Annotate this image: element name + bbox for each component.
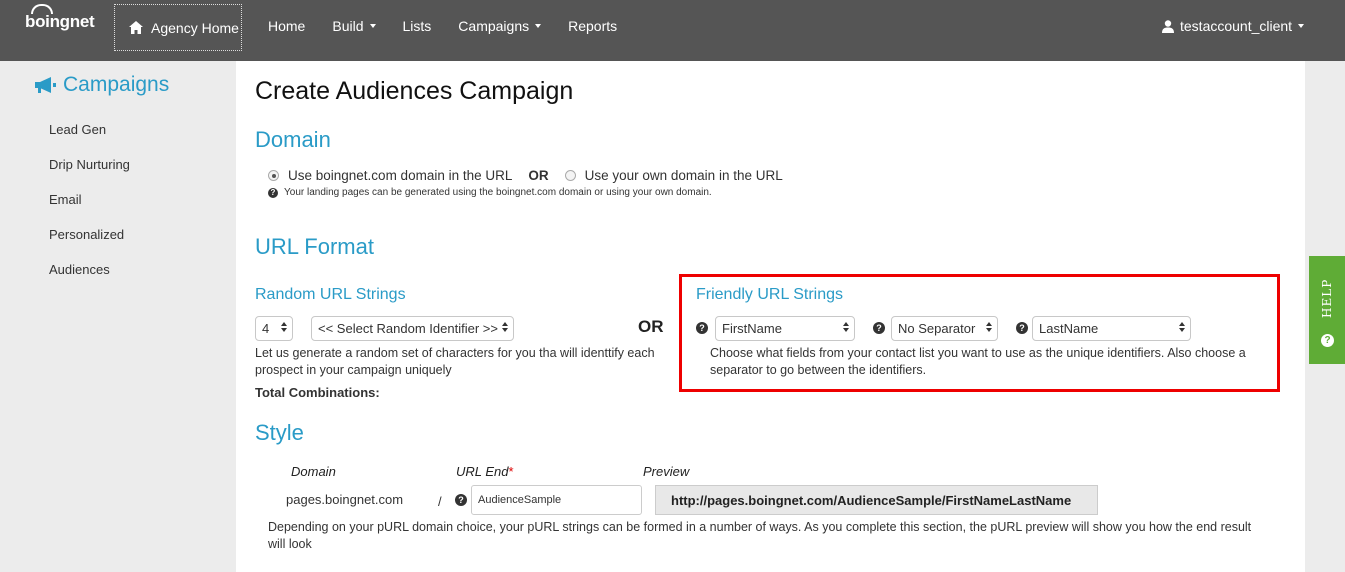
chevron-down-icon [369, 24, 376, 28]
sidebar-item-lead-gen[interactable]: Lead Gen [49, 123, 130, 158]
logo-swoosh [31, 4, 53, 14]
radio-own-label[interactable]: Use your own domain in the URL [585, 168, 783, 183]
style-domain-label: Domain [291, 464, 336, 479]
agency-home-button[interactable]: Agency Home [114, 4, 242, 51]
sidebar-title: Campaigns [33, 73, 169, 97]
url-end-input[interactable]: AudienceSample [471, 485, 642, 515]
nav-campaigns-label: Campaigns [458, 18, 530, 34]
style-preview-label: Preview [643, 464, 690, 479]
user-menu[interactable]: testaccount_client [1162, 18, 1305, 34]
url-preview: http://pages.boingnet.com/AudienceSample… [655, 485, 1098, 515]
domain-heading: Domain [255, 127, 331, 152]
select-arrows-icon [843, 322, 849, 332]
sidebar-item-personalized[interactable]: Personalized [49, 228, 130, 263]
domain-help-text: Your landing pages can be generated usin… [284, 187, 712, 198]
sidebar-title-label: Campaigns [63, 73, 170, 96]
friendly-url-description: Choose what fields from your contact lis… [710, 346, 1246, 377]
friendly-separator-select[interactable]: No Separator [891, 316, 998, 341]
main-content: Create Audiences Campaign Domain Use boi… [236, 61, 1305, 572]
home-icon [129, 21, 143, 34]
help-tab-label: HELP [1320, 278, 1334, 318]
megaphone-icon [33, 76, 57, 94]
domain-or-text: OR [528, 168, 549, 183]
question-circle-icon[interactable]: ? [268, 187, 278, 198]
style-description: Depending on your pURL domain choice, yo… [268, 520, 1252, 551]
style-domain-value: pages.boingnet.com [286, 492, 404, 507]
nav-lists-label: Lists [402, 18, 432, 34]
random-count-select[interactable]: 4 [255, 316, 293, 341]
random-url-heading: Random URL Strings [255, 286, 406, 303]
friendly-field1-value: FirstName [722, 321, 782, 336]
question-circle-icon[interactable]: ? [455, 494, 467, 506]
nav-lists[interactable]: Lists [403, 18, 432, 34]
url-format-or: OR [638, 317, 664, 336]
sidebar-list: Lead Gen Drip Nurturing Email Personaliz… [49, 123, 130, 298]
user-name: testaccount_client [1180, 18, 1293, 34]
nav-home-label: Home [268, 18, 306, 34]
select-arrows-icon [986, 322, 992, 332]
url-format-heading: URL Format [255, 234, 374, 259]
radio-own-domain[interactable] [564, 170, 576, 181]
sidebar: Campaigns Lead Gen Drip Nurturing Email … [0, 61, 236, 572]
user-icon [1162, 19, 1174, 33]
domain-radio-group: Use boingnet.com domain in the URL OR Us… [268, 168, 783, 183]
question-circle-icon[interactable]: ? [1016, 322, 1028, 334]
radio-boingnet-domain[interactable] [268, 170, 279, 181]
boingnet-logo[interactable]: boingnet [25, 4, 95, 32]
radio-boingnet-label[interactable]: Use boingnet.com domain in the URL [288, 168, 512, 183]
select-arrows-icon [281, 322, 287, 332]
sidebar-item-audiences[interactable]: Audiences [49, 263, 130, 298]
friendly-separator-value: No Separator [898, 321, 976, 336]
style-slash: / [438, 494, 442, 509]
sidebar-item-email[interactable]: Email [49, 193, 130, 228]
style-url-end-label: URL End [456, 464, 509, 479]
random-url-description: Let us generate a random set of characte… [255, 346, 655, 377]
friendly-field2-value: LastName [1039, 321, 1099, 336]
friendly-field2-select[interactable]: LastName [1032, 316, 1191, 341]
domain-help: ? Your landing pages can be generated us… [268, 187, 712, 198]
nav-build[interactable]: Build [332, 18, 376, 34]
nav-campaigns[interactable]: Campaigns [458, 18, 542, 34]
help-tab[interactable]: HELP ? [1309, 256, 1345, 364]
chevron-down-icon [535, 24, 542, 28]
question-circle-icon: ? [1321, 334, 1334, 347]
nav-home[interactable]: Home [268, 18, 305, 34]
select-arrows-icon [1179, 322, 1185, 332]
random-identifier-select[interactable]: << Select Random Identifier >> [311, 316, 514, 341]
agency-home-label: Agency Home [151, 19, 239, 36]
random-identifier-value: << Select Random Identifier >> [318, 321, 498, 336]
friendly-field1-select[interactable]: FirstName [715, 316, 855, 341]
style-heading: Style [255, 420, 304, 445]
question-circle-icon[interactable]: ? [696, 322, 708, 334]
sidebar-item-drip-nurturing[interactable]: Drip Nurturing [49, 158, 130, 193]
url-end-value: AudienceSample [478, 494, 562, 506]
nav-reports[interactable]: Reports [568, 18, 617, 34]
nav-build-label: Build [332, 18, 364, 34]
top-navbar: boingnet Agency Home Home Build Lists Ca… [0, 0, 1345, 61]
chevron-down-icon [1298, 24, 1305, 28]
page-title: Create Audiences Campaign [255, 77, 574, 105]
main-menu: Home Build Lists Campaigns Reports [268, 18, 644, 34]
random-count-value: 4 [262, 321, 270, 336]
url-preview-value: http://pages.boingnet.com/AudienceSample… [671, 492, 1072, 508]
friendly-url-heading: Friendly URL Strings [696, 286, 844, 303]
question-circle-icon[interactable]: ? [873, 322, 885, 334]
style-url-end-label-wrap: URL End* [456, 464, 514, 479]
logo-text: boingnet [25, 12, 95, 31]
total-combinations-label: Total Combinations: [255, 385, 380, 400]
nav-reports-label: Reports [568, 18, 618, 34]
select-arrows-icon [502, 322, 508, 332]
required-mark: * [508, 464, 514, 479]
